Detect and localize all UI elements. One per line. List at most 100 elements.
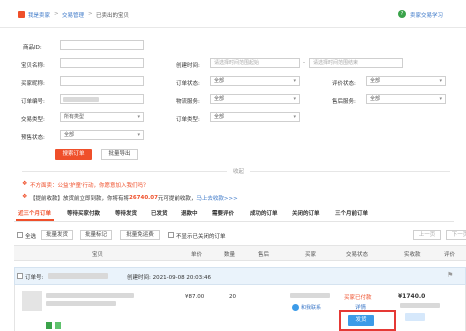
presale-select[interactable]: 全部 ▾ xyxy=(60,130,144,140)
order-checkbox[interactable] xyxy=(17,273,23,279)
review-status-select[interactable]: 全部 ▾ xyxy=(366,76,446,86)
created-time-end-input[interactable]: 请选择时间范围结束 xyxy=(309,58,403,68)
review-status-label: 评价状态: xyxy=(332,81,356,87)
after-sale-label: 售后服务: xyxy=(332,99,356,105)
tab-closed[interactable]: 关闭的订单 xyxy=(292,209,320,217)
product-id-label: 商品ID: xyxy=(23,45,42,51)
product-name-input[interactable] xyxy=(60,58,144,68)
notice-line-2-suffix: 元可提前收款， xyxy=(157,196,197,202)
trade-type-select[interactable]: 所有类型 ▾ xyxy=(60,112,144,122)
quantity: 20 xyxy=(229,294,236,300)
hide-closed-checkbox[interactable] xyxy=(168,232,174,238)
review-status-value: 全部 xyxy=(370,78,381,84)
tabs-divider xyxy=(14,221,454,222)
tab-refunding[interactable]: 退款中 xyxy=(181,209,198,217)
product-thumbnail[interactable] xyxy=(22,291,42,311)
presale-label: 预售状态: xyxy=(21,135,45,141)
col-header-after-sale: 售后 xyxy=(258,252,270,258)
breadcrumb-home[interactable]: 我是卖家 xyxy=(28,11,50,19)
order-number-label: 订单号: xyxy=(25,275,44,281)
created-time-label: 创建时间: xyxy=(176,63,200,69)
chevron-down-icon: ▾ xyxy=(293,114,296,120)
logistics-value: 全部 xyxy=(214,96,225,102)
tag-icon xyxy=(405,313,425,321)
product-title-blurred[interactable] xyxy=(46,293,134,298)
seller-learning-link[interactable]: 卖家交易学习 xyxy=(410,11,443,19)
col-header-price: 单价 xyxy=(191,252,203,258)
contact-buyer-label: 和我联系 xyxy=(301,304,322,311)
trade-status: 买家已付款 xyxy=(344,295,372,301)
prev-page-button[interactable]: 上一页 xyxy=(413,230,441,240)
tab-successful[interactable]: 成功的订单 xyxy=(250,209,278,217)
next-page-button[interactable]: 下一页 xyxy=(446,230,466,240)
batch-export-button[interactable]: 批量导出 xyxy=(101,149,138,160)
col-header-item: 宝贝 xyxy=(92,252,104,258)
order-row-body xyxy=(14,285,466,331)
notice-line-2: 【提前收款】放货前立即到款，你将有将 26740.07 元可提前收款， 马上去收… xyxy=(30,194,238,202)
home-icon xyxy=(18,11,25,18)
breadcrumb-separator: > xyxy=(54,11,59,17)
search-orders-button[interactable]: 搜索订单 xyxy=(55,149,92,160)
col-header-amount: 实收款 xyxy=(404,252,421,258)
product-title-blurred-2[interactable] xyxy=(46,301,116,306)
contact-buyer-button[interactable]: 和我联系 xyxy=(292,302,332,312)
ship-button[interactable]: 发货 xyxy=(348,315,374,326)
range-dash: - xyxy=(303,60,305,66)
notice-amount: 26740.07 xyxy=(129,195,158,201)
notice-line-1[interactable]: 不方面卖：公益'护童'行动，你愿意加入我们吗？ xyxy=(30,181,149,189)
buyer-nick-label: 买家昵称: xyxy=(21,81,45,87)
chevron-down-icon: ▾ xyxy=(137,132,140,138)
breadcrumb-divider xyxy=(0,27,466,28)
order-no-value-blurred xyxy=(63,97,99,102)
breadcrumb-separator: > xyxy=(88,11,93,17)
col-header-buyer: 买家 xyxy=(305,252,317,258)
batch-mark-button[interactable]: 批量标记 xyxy=(80,230,112,240)
trade-type-label: 交易类型: xyxy=(21,117,45,123)
tab-shipped[interactable]: 已发货 xyxy=(151,209,168,217)
col-header-quantity: 数量 xyxy=(224,252,236,258)
tab-older-orders[interactable]: 三个月前订单 xyxy=(335,209,368,217)
logistics-select[interactable]: 全部 ▾ xyxy=(210,94,300,104)
buyer-nick-input[interactable] xyxy=(60,76,144,86)
order-no-input[interactable] xyxy=(60,94,144,104)
flag-icon[interactable]: ⚑ xyxy=(447,271,453,279)
breadcrumb-section[interactable]: 交易管理 xyxy=(62,11,84,19)
batch-ship-button[interactable]: 批量发货 xyxy=(41,230,73,240)
col-header-trade-status: 交易状态 xyxy=(346,252,369,258)
order-status-label: 订单状态: xyxy=(176,81,200,87)
trade-type-value: 所有类型 xyxy=(64,114,85,120)
order-type-select[interactable]: 全部 ▾ xyxy=(210,112,300,122)
product-id-input[interactable] xyxy=(60,40,144,50)
presale-value: 全部 xyxy=(64,132,75,138)
help-icon: ? xyxy=(398,10,406,18)
select-all-label: 全选 xyxy=(25,234,37,240)
collect-now-link[interactable]: 马上去收款>>> xyxy=(196,194,237,202)
tab-needs-review[interactable]: 需要评价 xyxy=(212,209,234,217)
product-name-label: 宝贝名称: xyxy=(21,63,45,69)
order-status-select[interactable]: 全部 ▾ xyxy=(210,76,300,86)
order-status-value: 全部 xyxy=(214,78,225,84)
logistics-label: 物流服务: xyxy=(176,99,200,105)
order-no-label: 订单编号: xyxy=(21,99,45,105)
unit-price: ¥87.00 xyxy=(185,294,205,300)
buyer-nick-blurred[interactable] xyxy=(290,293,330,298)
order-type-value: 全部 xyxy=(214,114,225,120)
collapse-toggle[interactable]: 收起 xyxy=(233,167,244,175)
badge-icon xyxy=(55,322,61,329)
chevron-down-icon: ▾ xyxy=(439,96,442,102)
collapse-divider-right xyxy=(250,171,450,172)
tab-recent-three-months[interactable]: 近三个月订单 xyxy=(18,209,51,217)
created-time-start-input[interactable]: 请选择时间范围起始 xyxy=(210,58,300,68)
chevron-down-icon: ▾ xyxy=(439,78,442,84)
table-header xyxy=(14,245,466,261)
after-sale-select[interactable]: 全部 ▾ xyxy=(366,94,446,104)
col-header-review: 评价 xyxy=(444,252,456,258)
batch-free-shipping-button[interactable]: 批量免运费 xyxy=(120,230,160,240)
amount-note-blurred xyxy=(400,303,440,308)
select-all-checkbox[interactable] xyxy=(17,232,23,238)
tab-awaiting-shipment[interactable]: 等待发货 xyxy=(115,209,137,217)
after-sale-value: 全部 xyxy=(370,96,381,102)
notice-icon: ❖ xyxy=(22,180,28,187)
tab-awaiting-payment[interactable]: 等待买家付款 xyxy=(67,209,100,217)
notice-line-2-prefix: 【提前收款】放货前立即到款，你将有将 xyxy=(30,196,130,202)
